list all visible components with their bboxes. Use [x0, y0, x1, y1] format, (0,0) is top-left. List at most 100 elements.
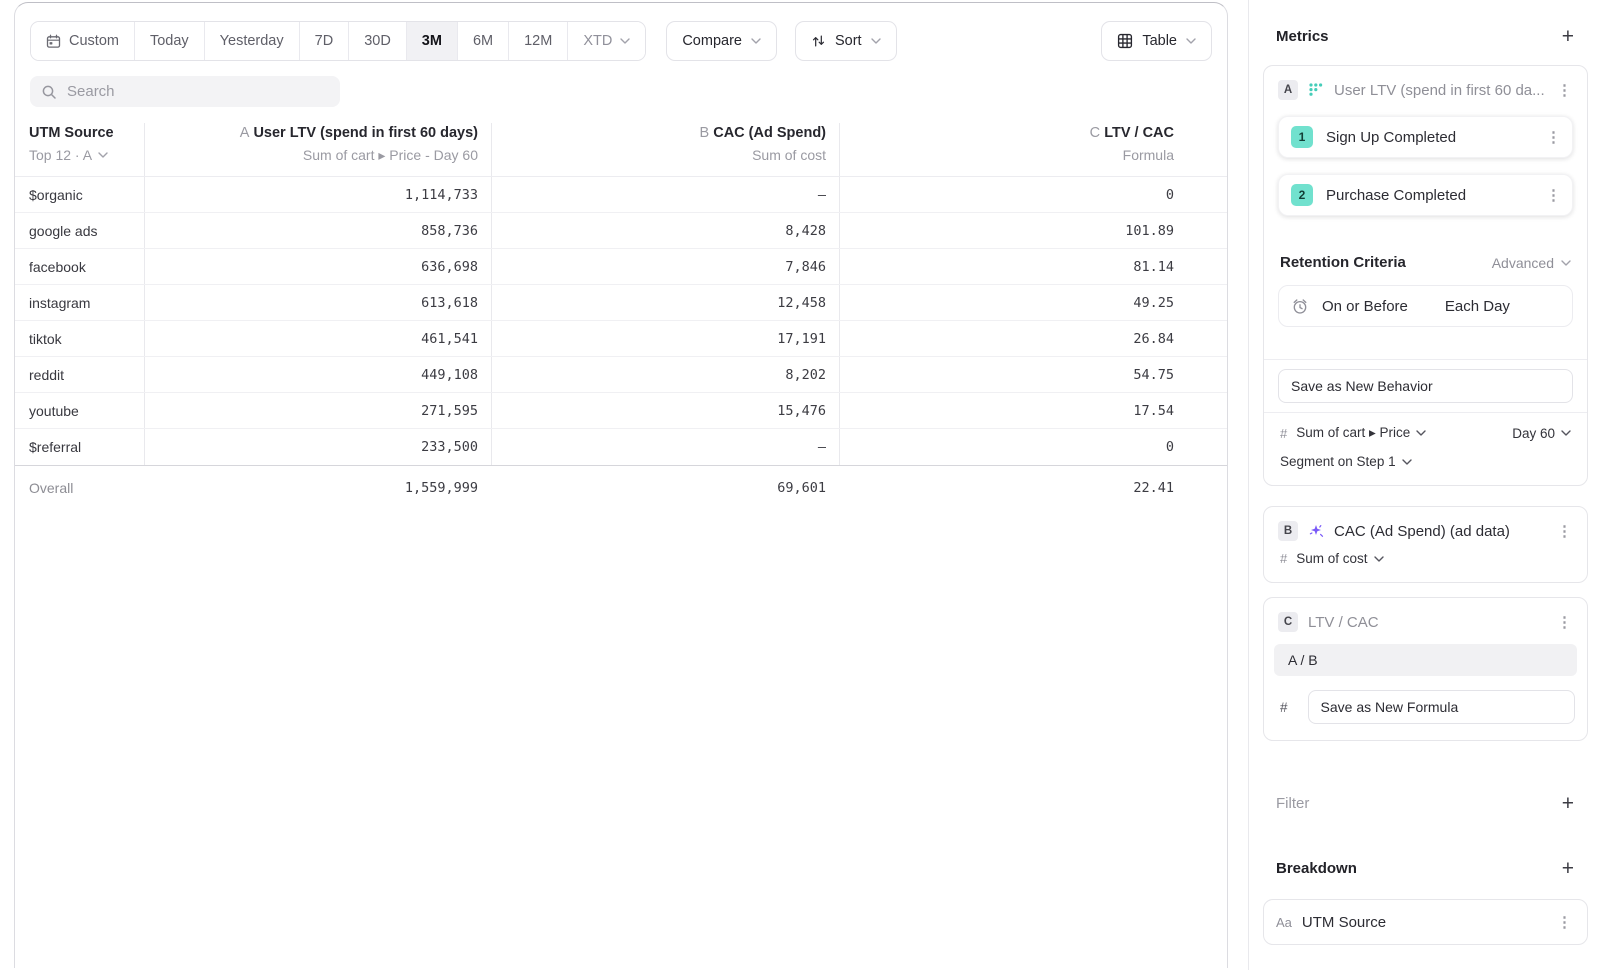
cell-value: 17,191	[491, 321, 839, 356]
metric-name: User LTV (spend in first 60 da...	[1334, 82, 1544, 99]
overall-value-c: 22.41	[839, 466, 1176, 509]
save-as-new-behavior-button[interactable]: Save as New Behavior	[1278, 369, 1573, 403]
table-grid-icon	[1117, 33, 1133, 49]
overall-value-a: 1,559,999	[144, 466, 491, 509]
sort-button[interactable]: Sort	[795, 21, 897, 61]
cell-value: 15,476	[491, 393, 839, 428]
alarm-clock-icon	[1291, 297, 1309, 315]
table-row: facebook636,6987,84681.14	[15, 249, 1227, 285]
column-header-utm-source[interactable]: UTM Source Top 12 · A	[15, 123, 144, 176]
breakdown-table: UTM Source Top 12 · A A User LTV (spend …	[15, 116, 1227, 509]
column-header-c[interactable]: C LTV / CAC Formula	[839, 123, 1176, 176]
cell-value: 636,698	[144, 249, 491, 284]
compare-button[interactable]: Compare	[666, 21, 777, 61]
column-title: UTM Source	[29, 123, 144, 143]
row-label[interactable]: google ads	[15, 213, 144, 248]
add-filter-button[interactable]: +	[1562, 796, 1574, 812]
cell-value: 81.14	[839, 249, 1176, 284]
row-label[interactable]: youtube	[15, 393, 144, 428]
kebab-menu-icon[interactable]: ⋮	[1543, 186, 1564, 204]
add-breakdown-button[interactable]: +	[1562, 861, 1574, 877]
formula-input[interactable]: A / B	[1274, 644, 1577, 676]
window-label: Day 60	[1512, 426, 1555, 441]
breakdown-property-label: UTM Source	[1302, 914, 1544, 931]
compare-label: Compare	[682, 33, 742, 49]
kebab-menu-icon[interactable]: ⋮	[1554, 81, 1575, 99]
row-label[interactable]: instagram	[15, 285, 144, 320]
breakdown-card: Aa UTM Source ⋮	[1263, 899, 1588, 945]
divider	[1264, 359, 1587, 360]
save-as-new-formula-button[interactable]: Save as New Formula	[1308, 690, 1575, 724]
column-title: User LTV (spend in first 60 days)	[253, 125, 478, 141]
column-subtitle: Sum of cart ▸ Price - Day 60	[145, 146, 478, 164]
funnel-step-1[interactable]: 1 Sign Up Completed ⋮	[1278, 116, 1573, 158]
aggregation-dropdown[interactable]: Sum of cost	[1296, 551, 1383, 566]
cell-value: 461,541	[144, 321, 491, 356]
cell-value: 233,500	[144, 429, 491, 465]
metric-name: CAC (Ad Spend) (ad data)	[1334, 523, 1544, 540]
cell-value: 12,458	[491, 285, 839, 320]
view-type-button[interactable]: Table	[1101, 21, 1212, 61]
retention-each-label: Each Day	[1445, 298, 1510, 315]
range-7d[interactable]: 7D	[299, 22, 349, 60]
row-label[interactable]: $referral	[15, 429, 144, 465]
retention-window-control[interactable]: On or Before Each Day	[1278, 285, 1573, 327]
range-custom[interactable]: Custom	[31, 22, 134, 60]
retention-mode-dropdown[interactable]: Advanced	[1492, 255, 1571, 271]
report-canvas: Custom Today Yesterday 7D 30D 3M 6M 12M …	[14, 2, 1228, 968]
metrics-section-header: Metrics +	[1276, 28, 1574, 45]
metric-key-badge: C	[1278, 612, 1298, 632]
range-3m-active[interactable]: 3M	[406, 22, 457, 60]
cell-value: 0	[839, 429, 1176, 465]
column-title: LTV / CAC	[1104, 125, 1174, 141]
series-key: A	[240, 125, 250, 141]
range-today[interactable]: Today	[134, 22, 204, 60]
series-key: C	[1090, 125, 1100, 141]
kebab-menu-icon[interactable]: ⋮	[1554, 613, 1575, 631]
segment-on-step-dropdown[interactable]: Segment on Step 1	[1280, 454, 1412, 469]
kebab-menu-icon[interactable]: ⋮	[1554, 522, 1575, 540]
range-xtd[interactable]: XTD	[567, 22, 645, 60]
aggregation-dropdown[interactable]: Sum of cart ▸ Price	[1296, 425, 1426, 441]
row-label[interactable]: $organic	[15, 177, 144, 212]
range-6m[interactable]: 6M	[457, 22, 508, 60]
table-row: tiktok461,54117,19126.84	[15, 321, 1227, 357]
numeric-type-icon: #	[1280, 426, 1287, 441]
cell-value: –	[491, 429, 839, 465]
cell-value: 8,202	[491, 357, 839, 392]
cell-value: –	[491, 177, 839, 212]
column-subtitle: Formula	[840, 146, 1174, 164]
add-metric-button[interactable]: +	[1562, 29, 1574, 45]
chevron-down-icon	[1416, 430, 1426, 436]
row-label[interactable]: tiktok	[15, 321, 144, 356]
sort-label: Sort	[835, 33, 862, 49]
row-label[interactable]: facebook	[15, 249, 144, 284]
table-row: $organic1,114,733–0	[15, 177, 1227, 213]
range-30d[interactable]: 30D	[348, 22, 406, 60]
chevron-down-icon	[1186, 38, 1196, 44]
divider	[1264, 412, 1587, 413]
row-label[interactable]: reddit	[15, 357, 144, 392]
search-input[interactable]	[67, 83, 329, 100]
metric-key-badge: A	[1278, 80, 1298, 100]
column-header-b[interactable]: B CAC (Ad Spend) Sum of cost	[491, 123, 839, 176]
column-header-a[interactable]: A User LTV (spend in first 60 days) Sum …	[144, 123, 491, 176]
kebab-menu-icon[interactable]: ⋮	[1543, 128, 1564, 146]
cell-value: 0	[839, 177, 1176, 212]
window-dropdown[interactable]: Day 60	[1512, 426, 1571, 441]
funnel-step-2[interactable]: 2 Purchase Completed ⋮	[1278, 174, 1573, 216]
kebab-menu-icon[interactable]: ⋮	[1554, 913, 1575, 931]
query-builder-panel: Metrics + A User LTV (spend in first 60 …	[1248, 0, 1600, 970]
search-icon	[41, 84, 57, 100]
range-12m[interactable]: 12M	[508, 22, 567, 60]
column-subtitle: Sum of cost	[492, 146, 826, 164]
breakdown-title: Breakdown	[1276, 860, 1357, 877]
cell-value: 271,595	[144, 393, 491, 428]
overall-value-b: 69,601	[491, 466, 839, 509]
chevron-down-icon	[1374, 556, 1384, 562]
range-yesterday[interactable]: Yesterday	[204, 22, 299, 60]
metric-key-badge: B	[1278, 521, 1298, 541]
cell-value: 449,108	[144, 357, 491, 392]
table-row: google ads858,7368,428101.89	[15, 213, 1227, 249]
date-range-group: Custom Today Yesterday 7D 30D 3M 6M 12M …	[30, 21, 646, 61]
